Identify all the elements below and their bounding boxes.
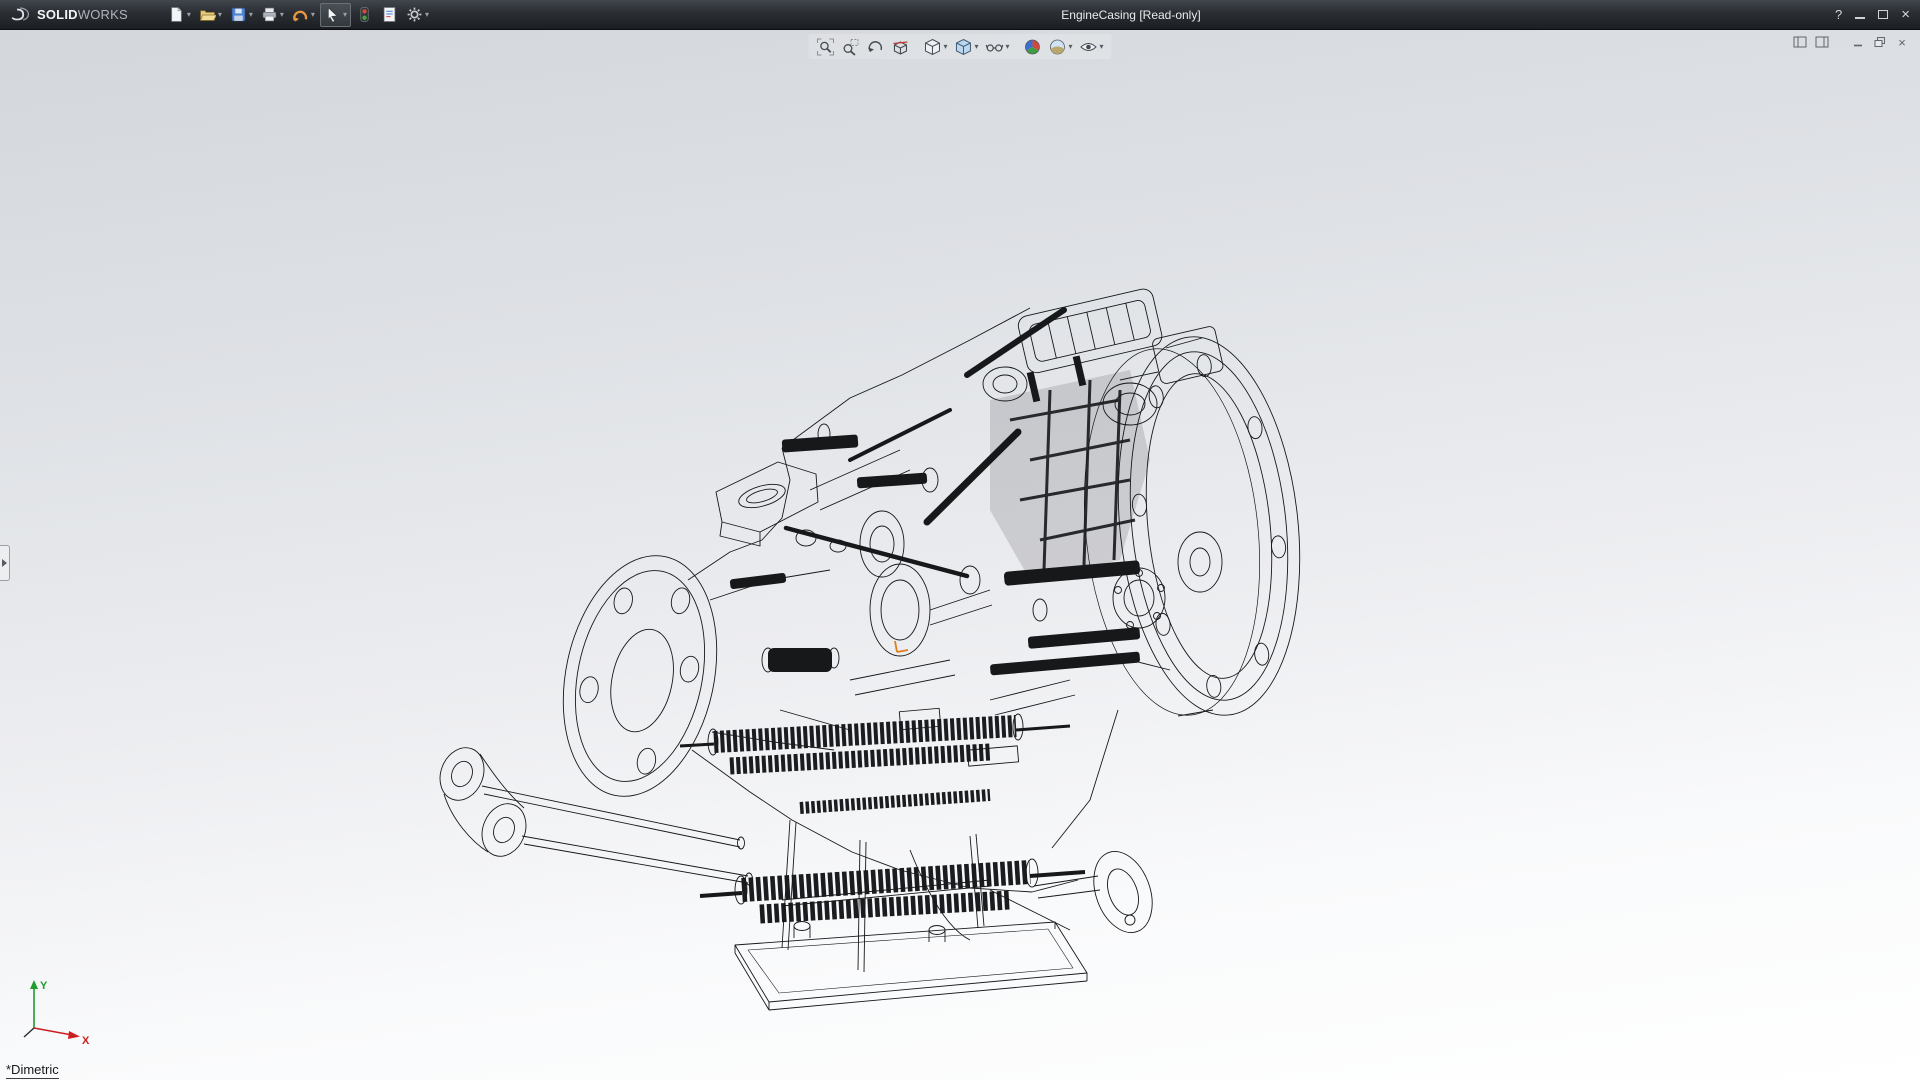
dropdown-caret-icon[interactable]: ▾ bbox=[249, 11, 253, 19]
dropdown-caret-icon[interactable]: ▾ bbox=[1069, 43, 1073, 51]
view-orientation-cube-icon bbox=[923, 38, 941, 56]
zoom-to-fit-icon bbox=[816, 38, 834, 56]
heads-up-view-toolbar: ▾ ▾ ▾ ▾ ▾ bbox=[808, 34, 1111, 59]
titlebar: SOLIDWORKS ▾ ▾ ▾ ▾ ▾ bbox=[0, 0, 1920, 30]
brand-solid: SOLID bbox=[37, 7, 78, 22]
open-folder-icon bbox=[199, 6, 216, 23]
select-cursor-icon bbox=[324, 6, 341, 23]
save-button[interactable]: ▾ bbox=[227, 3, 256, 27]
minimize-document-icon bbox=[1851, 36, 1865, 48]
dropdown-caret-icon[interactable]: ▾ bbox=[343, 11, 347, 19]
dropdown-caret-icon[interactable]: ▾ bbox=[1005, 43, 1009, 51]
solidworks-menu-logo[interactable]: SOLIDWORKS bbox=[0, 0, 138, 29]
zoom-to-fit-button[interactable] bbox=[813, 36, 837, 57]
dropdown-caret-icon[interactable]: ▾ bbox=[425, 11, 429, 19]
apply-scene-button[interactable]: ▾ bbox=[1046, 36, 1076, 57]
dropdown-caret-icon[interactable]: ▾ bbox=[1100, 43, 1104, 51]
view-settings-eye-icon bbox=[1080, 38, 1098, 56]
rebuild-button[interactable] bbox=[353, 3, 376, 27]
main-toolbar: ▾ ▾ ▾ ▾ ▾ ▾ bbox=[164, 0, 433, 29]
file-properties-button[interactable] bbox=[378, 3, 401, 27]
file-properties-icon bbox=[381, 6, 398, 23]
y-axis-label: Y bbox=[40, 980, 48, 992]
rebuild-traffic-light-icon bbox=[356, 6, 373, 23]
save-icon bbox=[230, 6, 247, 23]
y-axis-arrow-icon bbox=[30, 980, 38, 989]
undo-icon bbox=[292, 6, 309, 23]
edit-appearance-button[interactable] bbox=[1021, 36, 1045, 57]
print-button[interactable]: ▾ bbox=[258, 3, 287, 27]
zoom-to-area-icon bbox=[841, 38, 859, 56]
hide-show-glasses-icon bbox=[985, 38, 1003, 56]
reference-triad: Y X bbox=[16, 976, 96, 1046]
section-view-button[interactable] bbox=[888, 36, 912, 57]
window-controls: ? × bbox=[1829, 7, 1920, 22]
close-window-button[interactable]: × bbox=[1901, 7, 1910, 22]
x-axis-label: X bbox=[82, 1035, 90, 1046]
graphics-area[interactable]: ▾ ▾ ▾ ▾ ▾ bbox=[0, 30, 1920, 1080]
help-button[interactable]: ? bbox=[1835, 7, 1842, 22]
options-button[interactable]: ▾ bbox=[403, 3, 432, 27]
display-style-button[interactable]: ▾ bbox=[951, 36, 981, 57]
origin-marker-icon bbox=[895, 641, 908, 652]
display-style-cube-icon bbox=[954, 38, 972, 56]
dropdown-caret-icon[interactable]: ▾ bbox=[187, 11, 191, 19]
previous-view-button[interactable] bbox=[863, 36, 887, 57]
task-pane-icon bbox=[1815, 36, 1829, 48]
solidworks-window: SOLIDWORKS ▾ ▾ ▾ ▾ ▾ bbox=[0, 0, 1920, 1080]
zoom-to-area-button[interactable] bbox=[838, 36, 862, 57]
section-view-icon bbox=[891, 38, 909, 56]
view-settings-button[interactable]: ▾ bbox=[1077, 36, 1107, 57]
hide-show-items-button[interactable]: ▾ bbox=[982, 36, 1012, 57]
z-axis-icon bbox=[24, 1028, 34, 1037]
task-pane-button[interactable] bbox=[1814, 35, 1830, 49]
undo-button[interactable]: ▾ bbox=[289, 3, 318, 27]
featuremanager-pane-button[interactable] bbox=[1792, 35, 1808, 49]
new-document-button[interactable]: ▾ bbox=[165, 3, 194, 27]
select-tool-button[interactable]: ▾ bbox=[320, 3, 351, 27]
view-orientation-label: *Dimetric bbox=[6, 1062, 59, 1079]
document-window-controls: × bbox=[1792, 35, 1910, 49]
dropdown-caret-icon[interactable]: ▾ bbox=[280, 11, 284, 19]
dropdown-caret-icon[interactable]: ▾ bbox=[974, 43, 978, 51]
close-document-button[interactable]: × bbox=[1894, 35, 1910, 49]
minimize-window-button[interactable] bbox=[1855, 10, 1865, 19]
maximize-window-button[interactable] bbox=[1878, 10, 1888, 19]
restore-document-button[interactable] bbox=[1872, 35, 1888, 49]
3ds-logo-icon bbox=[8, 7, 32, 23]
new-document-icon bbox=[168, 6, 185, 23]
edit-appearance-ball-icon bbox=[1024, 38, 1042, 56]
window-title: EngineCasing [Read-only] bbox=[433, 8, 1829, 22]
open-button[interactable]: ▾ bbox=[196, 3, 225, 27]
featuremanager-collapsed-tab[interactable] bbox=[0, 545, 10, 581]
engine-casing-wireframe bbox=[430, 280, 1310, 1025]
brand-works: WORKS bbox=[78, 7, 128, 22]
restore-document-icon bbox=[1873, 36, 1887, 48]
x-axis-arrow-icon bbox=[68, 1031, 80, 1039]
dropdown-caret-icon[interactable]: ▾ bbox=[311, 11, 315, 19]
minimize-document-button[interactable] bbox=[1850, 35, 1866, 49]
expand-arrow-icon bbox=[2, 559, 7, 567]
apply-scene-icon bbox=[1049, 38, 1067, 56]
options-gear-icon bbox=[406, 6, 423, 23]
featuremanager-pane-icon bbox=[1793, 36, 1807, 48]
dropdown-caret-icon[interactable]: ▾ bbox=[943, 43, 947, 51]
previous-view-icon bbox=[866, 38, 884, 56]
print-icon bbox=[261, 6, 278, 23]
view-orientation-button[interactable]: ▾ bbox=[920, 36, 950, 57]
dropdown-caret-icon[interactable]: ▾ bbox=[218, 11, 222, 19]
